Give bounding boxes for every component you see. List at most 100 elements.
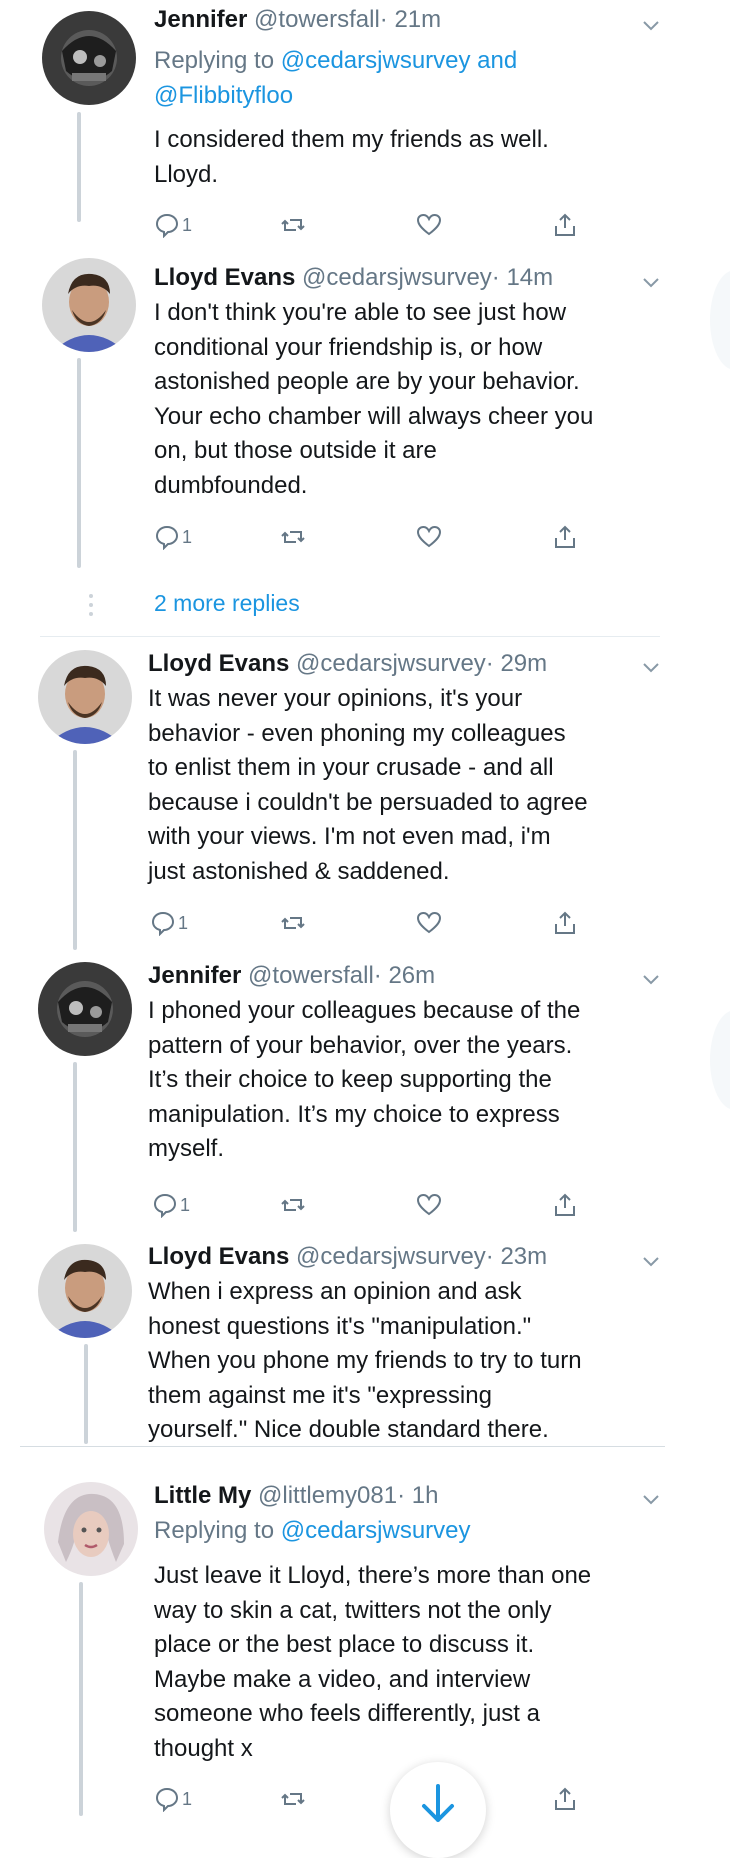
timestamp[interactable]: · 21m — [380, 6, 441, 33]
share-icon — [555, 1787, 575, 1810]
avatar[interactable] — [38, 962, 132, 1056]
share-button[interactable] — [552, 522, 578, 552]
tweet-actions: 1 — [152, 1190, 592, 1220]
tweet-actions: 1 — [150, 908, 590, 938]
tweet-header: Jennifer @towersfall· 21m — [154, 5, 441, 35]
timestamp[interactable]: · 26m — [374, 962, 435, 989]
display-name[interactable]: Lloyd Evans — [154, 264, 295, 291]
share-icon — [555, 213, 575, 236]
scroll-to-new-button[interactable] — [390, 1762, 486, 1858]
timestamp[interactable]: · 23m — [486, 1243, 547, 1270]
user-handle[interactable]: @towersfall — [254, 6, 380, 33]
avatar[interactable] — [44, 1482, 138, 1576]
display-name[interactable]: Lloyd Evans — [148, 650, 289, 677]
reply-count: 1 — [182, 526, 193, 547]
display-name[interactable]: Jennifer — [148, 962, 241, 989]
mention-link[interactable]: @cedarsjwsurvey — [281, 47, 471, 74]
retweet-button[interactable] — [280, 522, 306, 552]
replying-to: Replying to @cedarsjwsurvey and @Flibbit… — [154, 47, 518, 109]
reply-button[interactable]: 1 — [154, 1784, 192, 1814]
reply-button[interactable]: 1 — [150, 908, 188, 938]
reply-icon — [155, 1787, 179, 1812]
retweet-icon — [281, 1199, 305, 1211]
timestamp[interactable]: · 1h — [397, 1482, 438, 1509]
display-name[interactable]: Jennifer — [154, 6, 247, 33]
more-replies-link[interactable]: 2 more replies — [154, 590, 300, 617]
mention-link[interactable]: @cedarsjwsurvey — [281, 1517, 471, 1544]
avatar[interactable] — [42, 11, 136, 105]
like-icon — [416, 1193, 442, 1216]
tweet-header: Little My @littlemy081· 1h — [154, 1481, 438, 1511]
tweet-header: Lloyd Evans @cedarsjwsurvey· 23m — [148, 1242, 547, 1272]
thread-line — [77, 358, 81, 568]
tweet-header: Lloyd Evans @cedarsjwsurvey· 14m — [154, 263, 553, 293]
reply-button[interactable]: 1 — [154, 210, 192, 240]
like-button[interactable] — [416, 908, 442, 938]
tweet-header: Lloyd Evans @cedarsjwsurvey· 29m — [148, 649, 547, 679]
retweet-icon — [281, 531, 305, 543]
user-handle[interactable]: @cedarsjwsurvey — [296, 650, 486, 677]
retweet-button[interactable] — [280, 1784, 306, 1814]
tweet-text: I don't think you're able to see just ho… — [154, 299, 594, 499]
like-icon — [416, 213, 442, 236]
reply-button[interactable]: 1 — [154, 522, 192, 552]
reply-icon — [153, 1193, 177, 1218]
side-shadow — [710, 1010, 730, 1110]
thread-line — [73, 750, 77, 950]
like-button[interactable] — [416, 210, 442, 240]
tweet-actions: 1 — [154, 210, 594, 240]
like-icon — [416, 911, 442, 934]
display-name[interactable]: Little My — [154, 1482, 251, 1509]
reply-button[interactable]: 1 — [152, 1190, 190, 1220]
retweet-icon — [281, 219, 305, 231]
thread-line — [73, 1062, 77, 1232]
tweet-header: Jennifer @towersfall· 26m — [148, 961, 435, 991]
side-shadow — [710, 270, 730, 370]
chevron-down-icon[interactable] — [640, 1488, 662, 1510]
avatar[interactable] — [38, 1244, 132, 1338]
replying-to: Replying to @cedarsjwsurvey — [154, 1517, 471, 1544]
divider — [20, 1446, 665, 1447]
share-button[interactable] — [552, 1784, 578, 1814]
chevron-down-icon[interactable] — [640, 1250, 662, 1272]
like-button[interactable] — [416, 522, 442, 552]
user-handle[interactable]: @cedarsjwsurvey — [296, 1243, 486, 1270]
share-button[interactable] — [552, 1190, 578, 1220]
mention-link[interactable]: @Flibbityfloo — [154, 82, 293, 109]
chevron-down-icon[interactable] — [640, 656, 662, 678]
like-button[interactable] — [416, 1190, 442, 1220]
reply-icon — [151, 911, 175, 936]
user-handle[interactable]: @cedarsjwsurvey — [302, 264, 492, 291]
reply-count: 1 — [182, 214, 193, 235]
avatar[interactable] — [38, 650, 132, 744]
timestamp[interactable]: · 29m — [486, 650, 547, 677]
user-handle[interactable]: @littlemy081 — [258, 1482, 397, 1509]
tweet-actions: 1 — [154, 522, 594, 552]
thread-line — [84, 1344, 88, 1444]
scroll-down-arrow-icon — [422, 1784, 454, 1822]
timestamp[interactable]: · 14m — [492, 264, 553, 291]
like-icon — [416, 525, 442, 548]
share-icon — [555, 525, 575, 548]
display-name[interactable]: Lloyd Evans — [148, 1243, 289, 1270]
retweet-button[interactable] — [280, 1190, 306, 1220]
reply-icon — [155, 213, 179, 238]
retweet-icon — [281, 1793, 305, 1805]
avatar[interactable] — [42, 258, 136, 352]
reply-count: 1 — [178, 912, 189, 933]
divider — [40, 636, 660, 637]
user-handle[interactable]: @towersfall — [248, 962, 374, 989]
retweet-button[interactable] — [280, 908, 306, 938]
chevron-down-icon[interactable] — [640, 14, 662, 36]
retweet-button[interactable] — [280, 210, 306, 240]
reply-count: 1 — [180, 1194, 191, 1215]
tweet-actions: 1 — [154, 1784, 594, 1814]
share-button[interactable] — [552, 908, 578, 938]
tweet-text: I considered them my friends as well. Ll… — [154, 126, 549, 188]
chevron-down-icon[interactable] — [640, 271, 662, 293]
share-icon — [555, 911, 575, 934]
chevron-down-icon[interactable] — [640, 968, 662, 990]
share-button[interactable] — [552, 210, 578, 240]
reply-count: 1 — [182, 1788, 193, 1809]
thread-dots — [89, 594, 93, 621]
